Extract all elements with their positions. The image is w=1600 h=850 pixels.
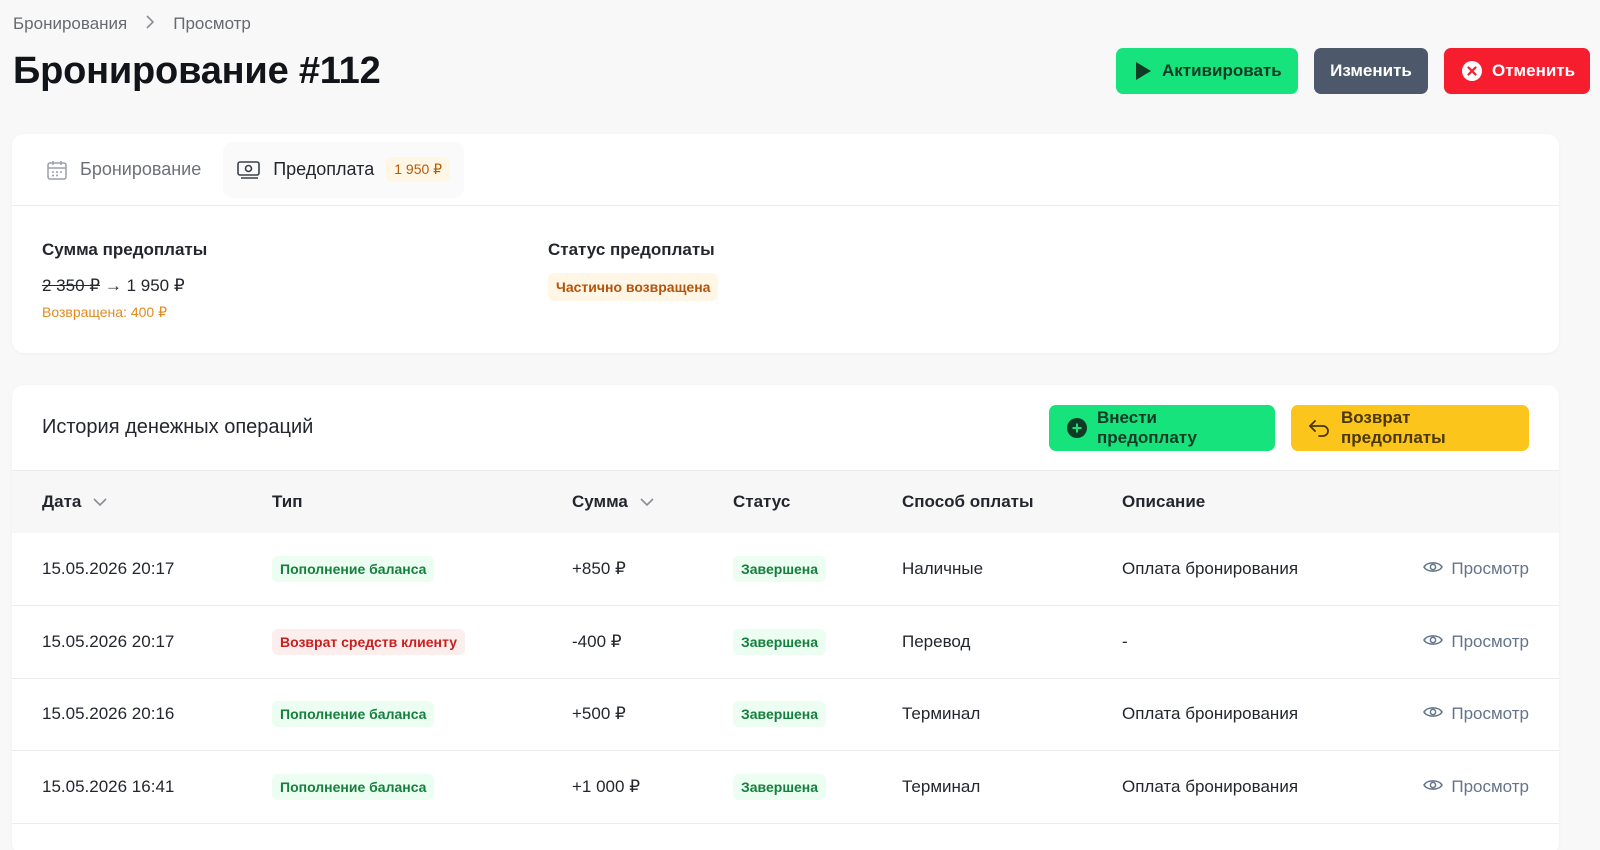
row-amount: +850 ₽ <box>572 559 626 578</box>
column-actions <box>1392 471 1559 533</box>
type-badge: Пополнение баланса <box>272 773 435 800</box>
type-badge: Пополнение баланса <box>272 556 435 582</box>
return-arrow-icon <box>1307 418 1331 438</box>
table-row: 15.05.2026 16:41 Пополнение баланса +1 0… <box>12 751 1559 823</box>
row-date: 15.05.2026 16:41 <box>42 776 175 796</box>
edit-button[interactable]: Изменить <box>1314 48 1428 94</box>
table-row: 15.05.2026 20:16 Пополнение баланса +500… <box>12 678 1559 751</box>
history-title: История денежных операций <box>42 416 314 438</box>
column-description: Описание <box>1122 492 1206 511</box>
row-amount: -400 ₽ <box>572 631 622 651</box>
activate-button[interactable]: Активировать <box>1116 48 1298 94</box>
tab-prepayment[interactable]: Предоплата 1 950 ₽ <box>223 141 465 198</box>
prepayment-summary: Сумма предоплаты 2 350 ₽ → 1 950 ₽ Возвр… <box>12 206 1559 353</box>
row-payment-method: Терминал <box>902 704 981 724</box>
row-date: 15.05.2026 20:17 <box>42 631 175 651</box>
column-date-label: Дата <box>42 492 82 511</box>
history-actions: Внести предоплату Возврат предоплаты <box>1049 404 1529 451</box>
eye-icon <box>1423 559 1444 579</box>
row-date: 15.05.2026 20:17 <box>42 559 175 578</box>
calendar-icon <box>46 159 68 181</box>
close-circle-icon <box>1462 61 1482 81</box>
row-description: - <box>1122 631 1128 651</box>
prepayment-status-label: Статус предоплаты <box>548 240 715 259</box>
view-button[interactable]: Просмотр <box>1423 704 1529 724</box>
view-button[interactable]: Просмотр <box>1423 559 1529 579</box>
transaction-history-card: История денежных операций Внести предопл… <box>12 385 1559 850</box>
prepayment-refunded: Возвращена: 400 ₽ <box>42 304 167 320</box>
eye-icon <box>1423 704 1444 724</box>
column-status: Статус <box>733 492 791 511</box>
status-badge: Завершена <box>733 628 827 655</box>
refund-prepayment-label: Возврат предоплаты <box>1341 407 1446 447</box>
cancel-button[interactable]: Отменить <box>1444 48 1590 94</box>
row-description: Оплата бронирования <box>1122 776 1299 796</box>
tab-booking-label: Бронирование <box>80 159 202 179</box>
row-description: Оплата бронирования <box>1122 704 1299 724</box>
breadcrumb-current: Просмотр <box>173 14 251 33</box>
header-actions: Активировать Изменить Отменить <box>1116 48 1590 94</box>
row-payment-method: Терминал <box>902 776 981 796</box>
view-button-label: Просмотр <box>1451 776 1529 796</box>
row-date: 15.05.2026 20:16 <box>42 704 175 724</box>
status-badge: Завершена <box>733 773 827 800</box>
row-amount: +500 ₽ <box>572 704 626 724</box>
plus-circle-icon <box>1067 417 1087 438</box>
prepayment-amount-label: Сумма предоплаты <box>42 240 208 259</box>
eye-icon <box>1423 777 1444 797</box>
transactions-table: Дата Тип Сумма Статус Способ оплаты Опис… <box>12 471 1559 824</box>
view-button-label: Просмотр <box>1451 704 1529 724</box>
column-date[interactable]: Дата <box>12 471 242 533</box>
prepayment-new-amount: 1 950 ₽ <box>126 276 185 295</box>
view-button[interactable]: Просмотр <box>1423 632 1529 652</box>
prepayment-amount-badge: 1 950 ₽ <box>386 157 451 182</box>
column-amount[interactable]: Сумма <box>542 471 703 533</box>
tab-booking[interactable]: Бронирование <box>32 142 215 198</box>
play-icon <box>1134 61 1152 81</box>
prepayment-amount-values: 2 350 ₽ → 1 950 ₽ <box>42 276 185 296</box>
type-badge: Пополнение баланса <box>272 701 435 728</box>
table-row: 15.05.2026 20:17 Возврат средств клиенту… <box>12 606 1559 678</box>
edit-button-label: Изменить <box>1330 61 1412 80</box>
table-row: 15.05.2026 20:17 Пополнение баланса +850… <box>12 533 1559 606</box>
view-button[interactable]: Просмотр <box>1423 777 1529 797</box>
breadcrumb: Бронирования Просмотр <box>13 14 251 34</box>
cash-icon <box>237 160 261 180</box>
activate-button-label: Активировать <box>1162 61 1282 80</box>
row-payment-method: Перевод <box>902 631 971 651</box>
cancel-button-label: Отменить <box>1492 61 1576 80</box>
column-amount-label: Сумма <box>572 492 628 511</box>
status-badge: Завершена <box>733 701 827 728</box>
status-badge: Завершена <box>733 556 827 582</box>
row-payment-method: Наличные <box>902 559 984 578</box>
view-button-label: Просмотр <box>1451 631 1529 651</box>
table-header-row: Дата Тип Сумма Статус Способ оплаты Опис… <box>12 471 1559 533</box>
column-payment-method: Способ оплаты <box>902 492 1034 511</box>
refund-prepayment-button[interactable]: Возврат предоплаты <box>1291 404 1529 451</box>
chevron-down-icon <box>640 492 654 512</box>
deposit-prepayment-button[interactable]: Внести предоплату <box>1049 404 1275 451</box>
breadcrumb-bookings-link[interactable]: Бронирования <box>13 14 127 34</box>
status-badge: Частично возвращена <box>548 273 719 301</box>
eye-icon <box>1423 632 1444 652</box>
tab-prepayment-label: Предоплата <box>273 159 375 179</box>
view-button-label: Просмотр <box>1451 559 1529 578</box>
column-type: Тип <box>272 492 303 511</box>
chevron-down-icon <box>93 492 107 512</box>
history-header: История денежных операций Внести предопл… <box>12 385 1559 471</box>
type-badge: Возврат средств клиенту <box>272 628 466 655</box>
chevron-right-icon <box>145 14 155 34</box>
prepayment-old-amount: 2 350 ₽ <box>42 276 101 295</box>
deposit-prepayment-label: Внести предоплату <box>1097 407 1198 447</box>
row-description: Оплата бронирования <box>1122 559 1299 578</box>
row-amount: +1 000 ₽ <box>572 776 641 796</box>
page-title: Бронирование #112 <box>13 50 381 92</box>
prepayment-card: Бронирование Предоплата 1 950 ₽ Сумма пр… <box>12 134 1559 353</box>
arrow-icon: → <box>104 276 122 295</box>
tab-bar: Бронирование Предоплата 1 950 ₽ <box>12 134 1559 206</box>
